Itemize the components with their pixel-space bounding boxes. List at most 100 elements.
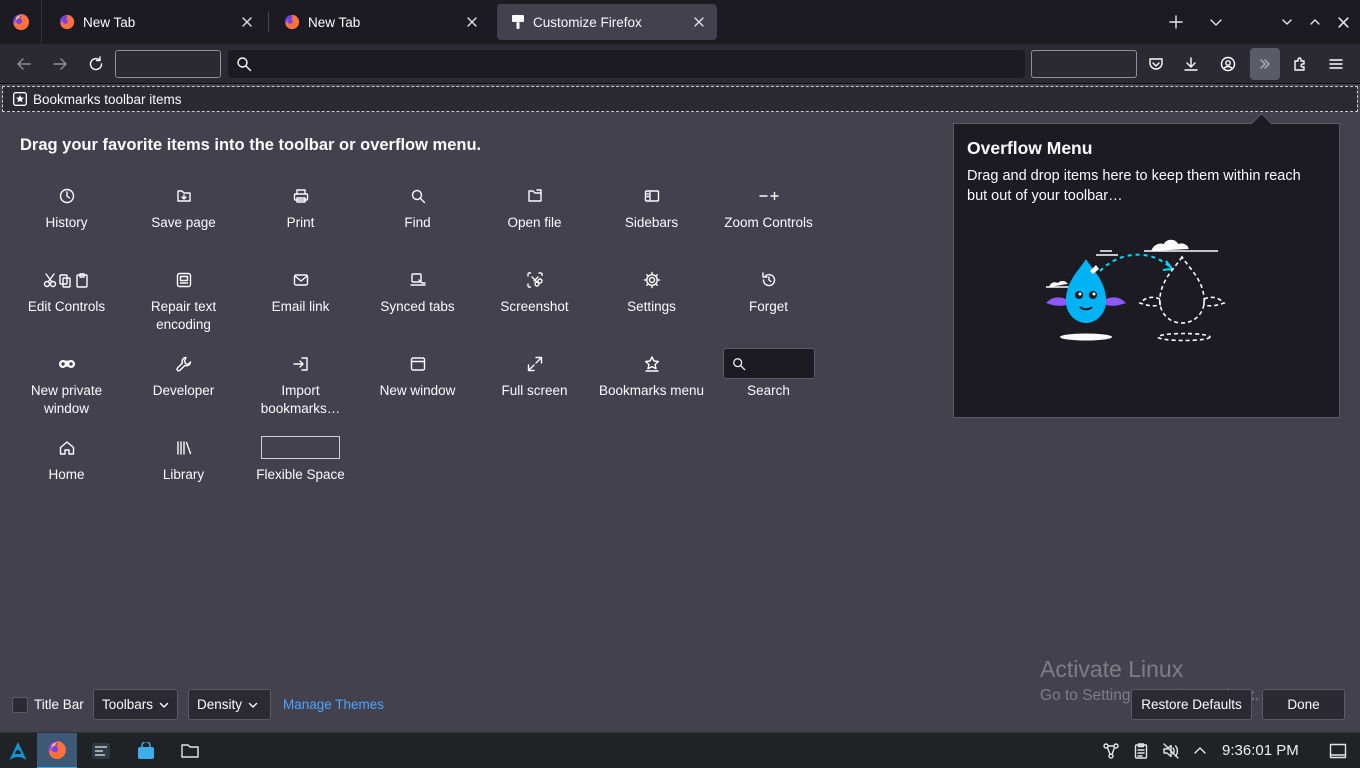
arrow-right-icon: [53, 58, 67, 70]
overflow-menu-panel[interactable]: Overflow Menu Drag and drop items here t…: [953, 123, 1340, 418]
taskbar-firefox[interactable]: [37, 733, 77, 768]
palette-item-bookmarks-menu[interactable]: Bookmarks menu: [593, 348, 710, 432]
palette-item-library[interactable]: Library: [125, 432, 242, 516]
restore-defaults-button[interactable]: Restore Defaults: [1131, 689, 1252, 720]
palette-item-new-window[interactable]: New window: [359, 348, 476, 432]
watermark-title: Activate Linux: [1040, 656, 1184, 682]
palette-item-flexible-space[interactable]: Flexible Space: [242, 432, 359, 516]
palette-item-full-screen[interactable]: Full screen: [476, 348, 593, 432]
taskbar-discover[interactable]: [126, 733, 166, 768]
account-button[interactable]: [1216, 52, 1240, 76]
synced-tabs-icon: [409, 273, 426, 286]
palette-item-label: Library: [162, 467, 205, 482]
chevron-down-icon: [248, 702, 258, 708]
palette-item-forget[interactable]: Forget: [710, 264, 827, 348]
toolbars-dropdown[interactable]: Toolbars: [93, 689, 178, 720]
palette-item-sidebars[interactable]: Sidebars: [593, 180, 710, 264]
palette-item-find[interactable]: Find: [359, 180, 476, 264]
downloads-button[interactable]: [1179, 52, 1203, 76]
palette-item-email-link[interactable]: Email link: [242, 264, 359, 348]
reload-button[interactable]: [84, 52, 108, 76]
taskbar-clock[interactable]: 9:36:01 PM: [1222, 742, 1299, 759]
bookmarks-toolbar-label: Bookmarks toolbar items: [33, 91, 182, 107]
chevron-down-icon: [1282, 19, 1292, 25]
app-menu-button[interactable]: [1324, 52, 1348, 76]
download-icon: [1184, 57, 1198, 71]
close-window-button[interactable]: [1331, 10, 1355, 34]
network-tray-icon[interactable]: [1102, 742, 1120, 760]
screenshot-icon: [526, 272, 543, 288]
palette-item-search[interactable]: Search: [710, 348, 827, 432]
palette-item-label: History: [45, 215, 88, 230]
palette-item-label: Print: [286, 215, 315, 230]
firefox-view-button[interactable]: [0, 0, 42, 44]
palette-item-open-file[interactable]: Open file: [476, 180, 593, 264]
palette-item-edit-controls[interactable]: Edit Controls: [8, 264, 125, 348]
flexible-space-right[interactable]: [1031, 50, 1137, 78]
palette-item-label: Flexible Space: [256, 467, 345, 482]
clipboard-tray-icon[interactable]: [1132, 742, 1150, 760]
palette-item-settings[interactable]: Settings: [593, 264, 710, 348]
fullscreen-icon: [527, 356, 542, 372]
close-tab-icon[interactable]: [239, 14, 255, 30]
firefox-logo-icon: [48, 741, 66, 759]
edit-controls-icon: [43, 273, 88, 288]
palette-item-history[interactable]: History: [8, 180, 125, 264]
tab-title: Customize Firefox: [533, 14, 642, 30]
density-dropdown[interactable]: Density: [188, 689, 271, 720]
palette-item-repair-encoding[interactable]: Repair text encoding: [125, 264, 242, 348]
close-icon: [1337, 16, 1349, 28]
taskbar-system-settings[interactable]: [81, 733, 121, 768]
pocket-button[interactable]: [1144, 52, 1168, 76]
flexible-space-left[interactable]: [115, 50, 221, 78]
density-dropdown-label: Density: [197, 697, 243, 712]
palette-item-synced-tabs[interactable]: Synced tabs: [359, 264, 476, 348]
list-all-tabs-button[interactable]: [1204, 10, 1228, 34]
minimize-window-button[interactable]: [1275, 10, 1299, 34]
manage-themes-link[interactable]: Manage Themes: [283, 697, 384, 712]
show-desktop-icon[interactable]: [1329, 742, 1347, 760]
url-bar[interactable]: [228, 50, 1025, 78]
print-icon: [293, 189, 308, 203]
bookmarks-toolbar[interactable]: Bookmarks toolbar items: [2, 86, 1358, 112]
overflow-menu-button[interactable]: [1250, 48, 1280, 80]
close-tab-icon[interactable]: [464, 14, 480, 30]
tab-customize-firefox[interactable]: Customize Firefox: [497, 4, 717, 40]
double-chevron-right-icon: [1260, 59, 1270, 69]
arch-logo-icon: [9, 742, 27, 760]
maximize-window-button[interactable]: [1303, 10, 1327, 34]
folder-icon: [181, 744, 199, 758]
palette-item-label: New window: [379, 383, 456, 398]
palette-item-zoom-controls[interactable]: Zoom Controls: [710, 180, 827, 264]
tab-new-tab-2[interactable]: New Tab: [270, 4, 490, 40]
search-icon: [237, 57, 252, 72]
title-bar-checkbox[interactable]: [12, 697, 28, 713]
palette-item-label: Zoom Controls: [724, 215, 813, 230]
palette-item-save-page[interactable]: Save page: [125, 180, 242, 264]
palette-item-private-window[interactable]: New private window: [8, 348, 125, 432]
back-button[interactable]: [12, 52, 36, 76]
volume-muted-tray-icon[interactable]: [1162, 742, 1180, 760]
close-tab-icon[interactable]: [691, 14, 707, 30]
tab-separator: [268, 12, 269, 32]
taskbar-file-manager[interactable]: [170, 733, 210, 768]
flexible-space-icon: [261, 436, 340, 459]
palette-item-label: Find: [404, 215, 431, 230]
forward-button[interactable]: [48, 52, 72, 76]
bookmarks-menu-icon: [644, 356, 659, 372]
extensions-button[interactable]: [1288, 52, 1312, 76]
palette-item-print[interactable]: Print: [242, 180, 359, 264]
palette-item-home[interactable]: Home: [8, 432, 125, 516]
tab-new-tab-1[interactable]: New Tab: [45, 4, 265, 40]
show-hidden-icons-tray-icon[interactable]: [1191, 742, 1209, 760]
palette-item-label: Open file: [507, 215, 562, 230]
palette-item-developer[interactable]: Developer: [125, 348, 242, 432]
application-launcher[interactable]: [0, 733, 36, 768]
title-bar-label: Title Bar: [34, 697, 84, 712]
private-window-icon: [58, 360, 75, 368]
done-button[interactable]: Done: [1262, 689, 1345, 720]
palette-item-screenshot[interactable]: Screenshot: [476, 264, 593, 348]
bookmarks-toolbar-icon: [13, 92, 27, 106]
palette-item-import-bookmarks[interactable]: Import bookmarks…: [242, 348, 359, 432]
new-tab-button[interactable]: [1164, 10, 1188, 34]
